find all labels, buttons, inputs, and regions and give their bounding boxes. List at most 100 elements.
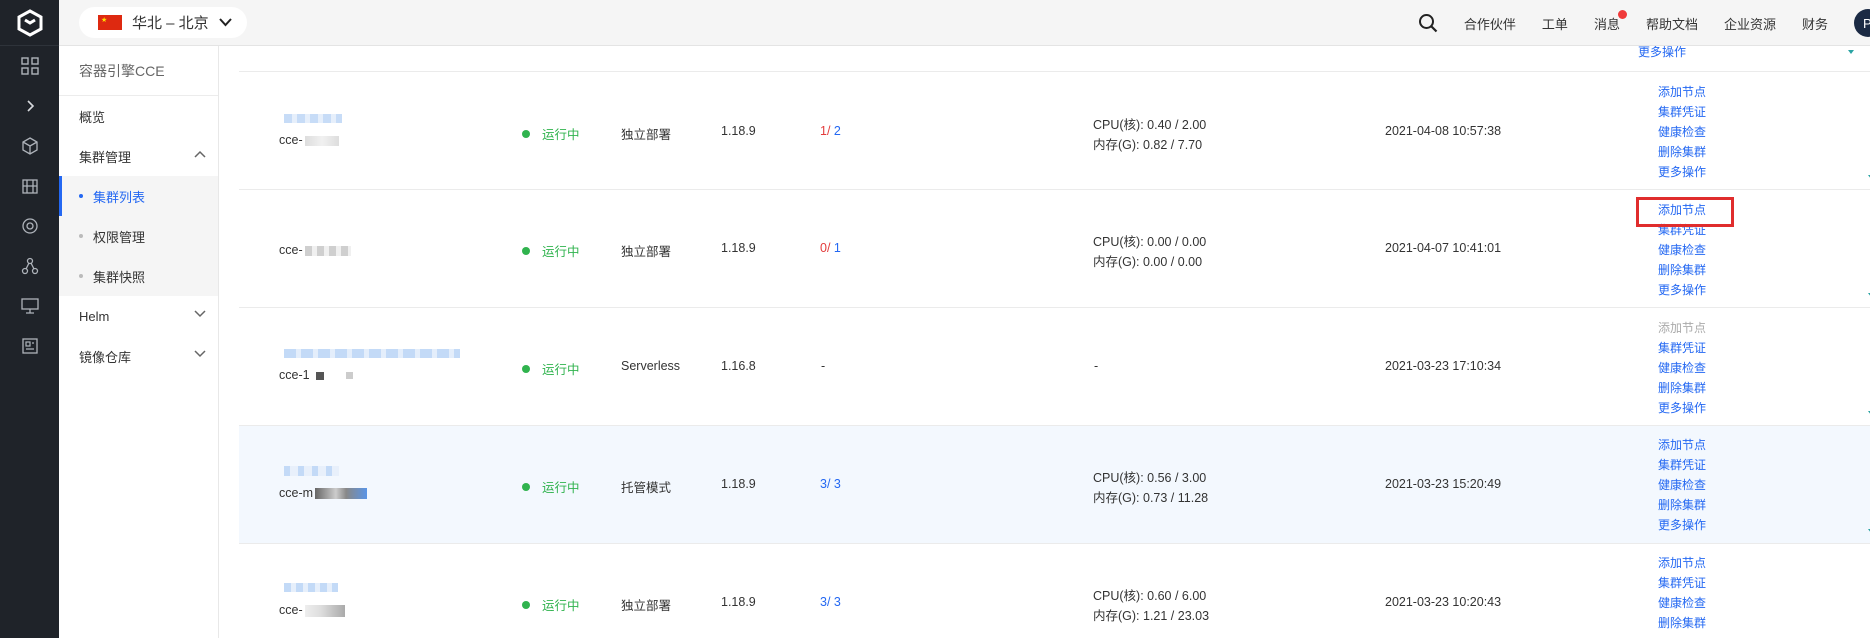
add-node-link[interactable]: 添加节点 (1658, 435, 1706, 455)
sidebar-item-cluster-mgmt[interactable]: 集群管理 (59, 136, 218, 176)
sidebar-item-overview[interactable]: 概览 (59, 96, 218, 136)
status-text: 运行中 (542, 363, 580, 377)
node-count: - (821, 359, 826, 373)
nav-finance[interactable]: 财务 (1802, 14, 1828, 33)
chevron-down-icon (218, 18, 232, 27)
health-check-link[interactable]: 健康检查 (1658, 240, 1706, 260)
sidebar-item-label: 集群快照 (93, 269, 146, 285)
delete-cluster-link[interactable]: 删除集群 (1658, 260, 1706, 280)
k8s-version: 1.16.8 (721, 359, 756, 373)
resource-usage: - (1094, 359, 1099, 373)
cluster-id[interactable]: cce-m (279, 486, 368, 500)
region-label: 华北 – 北京 (132, 15, 209, 32)
table-row: cce- 运行中 独立部署 1.18.9 1/ 2 CPU(核): 0.40 /… (239, 71, 1870, 189)
status-text: 运行中 (542, 481, 580, 495)
memory-usage: 内存(G): 1.21 / 23.03 (1093, 609, 1210, 623)
dashboard-grid-icon[interactable] (0, 46, 59, 86)
region-selector[interactable]: ★ 华北 – 北京 (79, 7, 247, 38)
more-ops-link[interactable]: 更多操作 (1638, 46, 1686, 62)
created-time: 2021-04-08 10:57:38 (1385, 124, 1502, 138)
node-count[interactable]: 0/ 1 (820, 241, 841, 255)
created-time: 2021-03-23 15:20:49 (1385, 477, 1502, 491)
health-check-link[interactable]: 健康检查 (1658, 475, 1706, 495)
cluster-id[interactable]: cce- (279, 603, 345, 617)
node-count-total: 2 (833, 124, 841, 138)
deploy-mode: 独立部署 (621, 245, 672, 259)
row-ops-partial: 更多操作 (1638, 46, 1686, 62)
row-ops: 添加节点 集群凭证 健康检查 删除集群 更多操作 (1658, 82, 1706, 182)
unread-badge (1617, 9, 1627, 19)
cube-icon[interactable] (0, 126, 59, 166)
memory-usage: 内存(G): 0.00 / 0.00 (1093, 255, 1203, 269)
registry-box-icon[interactable] (0, 326, 59, 366)
node-count[interactable]: 1/ 2 (820, 124, 841, 138)
created-time: 2021-03-23 17:10:34 (1385, 359, 1502, 373)
search-icon[interactable] (1418, 13, 1438, 33)
add-node-link[interactable]: 添加节点 (1658, 82, 1706, 102)
delete-cluster-link[interactable]: 删除集群 (1658, 142, 1706, 162)
nav-help-docs[interactable]: 帮助文档 (1646, 14, 1698, 33)
masked-cluster-name (284, 466, 339, 476)
cluster-mgmt-submenu: 集群列表 权限管理 集群快照 (59, 176, 218, 296)
more-ops-link[interactable]: 更多操作 (1658, 280, 1706, 300)
target-icon[interactable] (0, 206, 59, 246)
cpu-usage: CPU(核): 0.60 / 6.00 (1093, 589, 1207, 603)
resource-usage: CPU(核): 0.60 / 6.00 内存(G): 1.21 / 23.03 (1093, 586, 1209, 626)
table-row: cce-m 运行中 托管模式 1.18.9 3/ 3 CPU(核): 0.56 … (239, 425, 1870, 543)
sidebar-item-permissions[interactable]: 权限管理 (59, 216, 218, 256)
health-check-link[interactable]: 健康检查 (1658, 358, 1706, 378)
node-count-total: 1 (833, 241, 841, 255)
cluster-id-prefix: cce-1 (279, 368, 310, 382)
sidebar-item-label: 权限管理 (93, 229, 146, 245)
expand-chevron-icon[interactable] (0, 86, 59, 126)
resource-usage: CPU(核): 0.56 / 3.00 内存(G): 0.73 / 11.28 (1093, 468, 1208, 508)
delete-cluster-link[interactable]: 删除集群 (1658, 495, 1706, 515)
health-check-link[interactable]: 健康检查 (1658, 593, 1706, 613)
node-count[interactable]: 3/ 3 (820, 595, 841, 609)
sidebar-item-registry[interactable]: 镜像仓库 (59, 336, 218, 376)
more-ops-link[interactable]: 更多操作 (1658, 398, 1706, 418)
avatar[interactable]: P (1854, 9, 1870, 37)
status-dot-icon (522, 600, 530, 609)
monitor-icon[interactable] (0, 286, 59, 326)
more-ops-link[interactable]: 更多操作 (1658, 162, 1706, 182)
network-nodes-icon[interactable] (0, 246, 59, 286)
chevron-down-icon (194, 310, 206, 318)
nav-tickets[interactable]: 工单 (1542, 14, 1568, 33)
sidebar-item-helm[interactable]: Helm (59, 296, 218, 336)
delete-cluster-link[interactable]: 删除集群 (1658, 613, 1706, 633)
status-text: 运行中 (542, 599, 580, 613)
nav-partners[interactable]: 合作伙伴 (1464, 14, 1516, 33)
deploy-mode: Serverless (621, 359, 681, 373)
sidebar-item-label: 镜像仓库 (79, 349, 132, 365)
cluster-id[interactable]: cce-1 (279, 368, 353, 382)
node-count[interactable]: 3/ 3 (820, 477, 841, 491)
more-ops-link[interactable]: 更多操作 (1658, 515, 1706, 535)
cluster-id[interactable]: cce- (279, 133, 339, 147)
building-icon[interactable] (0, 166, 59, 206)
cluster-credential-link[interactable]: 集群凭证 (1658, 455, 1706, 475)
add-node-link[interactable]: 添加节点 (1658, 553, 1706, 573)
brand-logo-icon[interactable] (0, 0, 59, 46)
masked-cluster-name (284, 349, 460, 358)
icon-rail (0, 0, 59, 638)
created-time: 2021-04-07 10:41:01 (1385, 241, 1502, 255)
cluster-credential-link[interactable]: 集群凭证 (1658, 102, 1706, 122)
masked-cluster-name (284, 114, 342, 123)
table-row: cce- 运行中 独立部署 1.18.9 3/ 3 CPU(核): 0.60 /… (239, 543, 1870, 638)
nav-enterprise[interactable]: 企业资源 (1724, 14, 1776, 33)
deploy-mode: 独立部署 (621, 599, 672, 613)
chevron-down-icon (194, 350, 206, 358)
health-check-link[interactable]: 健康检查 (1658, 122, 1706, 142)
delete-cluster-link[interactable]: 删除集群 (1658, 378, 1706, 398)
sidebar-item-cluster-list[interactable]: 集群列表 (59, 176, 218, 216)
masked-cluster-name (284, 583, 338, 592)
cluster-id[interactable]: cce- (279, 243, 351, 257)
node-count-sep: / (826, 477, 834, 491)
cluster-credential-link[interactable]: 集群凭证 (1658, 338, 1706, 358)
sidebar-item-snapshot[interactable]: 集群快照 (59, 256, 218, 296)
cluster-credential-link[interactable]: 集群凭证 (1658, 573, 1706, 593)
k8s-version: 1.18.9 (721, 241, 756, 255)
nav-messages[interactable]: 消息 (1594, 9, 1627, 33)
node-count-total: 3 (833, 595, 841, 609)
